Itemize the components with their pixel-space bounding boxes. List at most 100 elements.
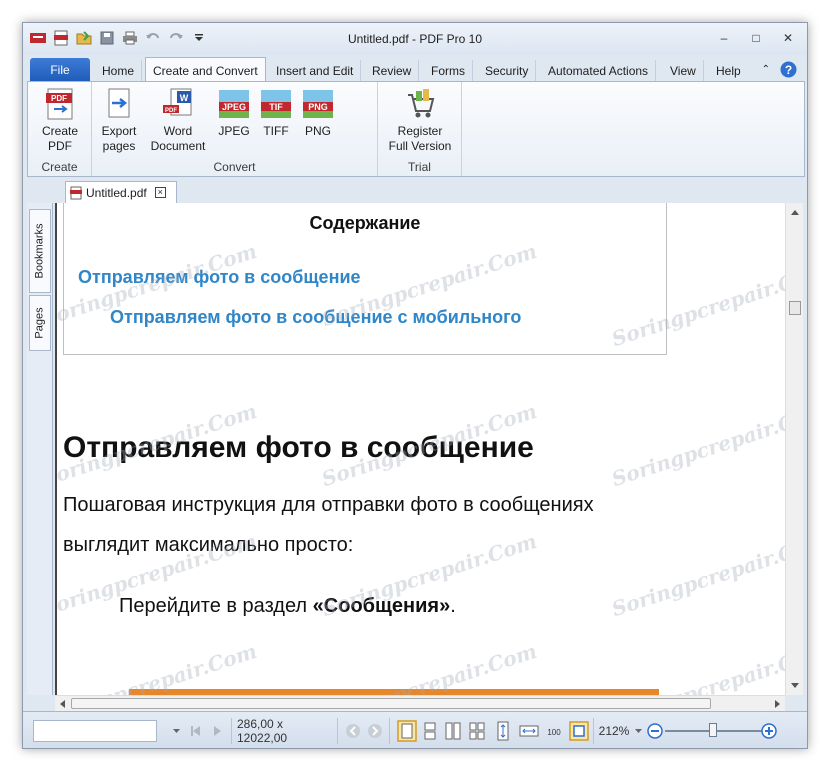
png-label: PNG — [304, 124, 331, 138]
fit-page-icon[interactable] — [569, 721, 589, 741]
svg-text:PDF: PDF — [165, 108, 177, 114]
tiff-badge: TIF — [269, 102, 283, 112]
pdf-file-icon — [70, 186, 82, 199]
export-pages-label-1: Export — [101, 124, 137, 138]
close-tab-icon[interactable]: × — [154, 187, 166, 198]
group-convert: Export pages W PDF Word Document JPEG JPE… — [92, 82, 378, 176]
maximize-button[interactable]: □ — [743, 29, 769, 47]
tab-file[interactable]: File — [30, 58, 90, 82]
word-document-label-2: Document — [150, 139, 206, 153]
toc-box: Содержание Отправляем фото в сообщение О… — [63, 203, 667, 355]
create-pdf-label-2: PDF — [48, 139, 72, 153]
word-document-button[interactable]: W PDF Word Document — [146, 86, 210, 154]
ribbon-panel: PDF Create PDF Create Export pages W PDF … — [27, 81, 805, 177]
png-badge: PNG — [308, 102, 328, 112]
svg-text:PDF: PDF — [51, 94, 67, 103]
document-view[interactable]: Содержание Отправляем фото в сообщение О… — [55, 203, 785, 695]
create-pdf-label-1: Create — [41, 124, 79, 138]
window-title: Untitled.pdf - PDF Pro 10 — [347, 32, 483, 46]
group-trial-label: Trial — [408, 160, 431, 174]
zoom-slider-thumb[interactable] — [709, 723, 717, 737]
zoom-dropdown-icon[interactable] — [635, 729, 642, 734]
export-pages-button[interactable]: Export pages — [96, 86, 142, 154]
watermark: Soringpcrepair.Com — [318, 638, 540, 695]
toc-link-1[interactable]: Отправляем фото в сообщение — [78, 267, 361, 288]
png-icon: PNG — [301, 86, 335, 122]
status-separator — [389, 718, 390, 744]
jpeg-badge: JPEG — [222, 102, 246, 112]
vertical-scrollbar[interactable] — [785, 203, 803, 695]
register-label-1: Register — [397, 124, 443, 138]
tab-forms[interactable]: Forms — [424, 60, 473, 81]
svg-text:100: 100 — [547, 728, 561, 737]
create-pdf-button[interactable]: PDF Create PDF — [36, 86, 84, 154]
group-create: PDF Create PDF Create — [28, 82, 92, 176]
close-button[interactable]: ✕ — [775, 29, 801, 47]
scroll-left-icon[interactable] — [59, 700, 65, 708]
png-button[interactable]: PNG PNG — [298, 86, 338, 139]
tab-home[interactable]: Home — [95, 60, 143, 81]
collapse-ribbon-icon[interactable]: ⌃ — [762, 64, 770, 75]
tab-insert-and-edit[interactable]: Insert and Edit — [269, 60, 362, 81]
continuous-view-icon[interactable] — [423, 722, 437, 740]
document-tab-label: Untitled.pdf — [86, 185, 147, 200]
status-bar: 286,00 x 12022,00 100 212% — [23, 711, 807, 748]
tab-view[interactable]: View — [663, 60, 704, 81]
status-separator — [337, 718, 338, 744]
zoom-out-icon[interactable] — [647, 723, 663, 739]
scroll-down-icon[interactable] — [791, 683, 799, 689]
minimize-button[interactable]: ‒ — [711, 29, 737, 47]
tab-pages[interactable]: Pages — [29, 295, 51, 351]
export-pages-label-2: pages — [102, 139, 136, 153]
tab-create-and-convert[interactable]: Create and Convert — [145, 57, 266, 82]
tiff-button[interactable]: TIF TIFF — [256, 86, 296, 139]
svg-text:?: ? — [785, 63, 792, 77]
help-icon[interactable]: ? — [780, 61, 797, 78]
scroll-right-icon[interactable] — [775, 700, 781, 708]
actual-size-icon[interactable]: 100 — [545, 723, 563, 739]
status-separator — [593, 718, 594, 744]
jpeg-button[interactable]: JPEG JPEG — [214, 86, 254, 139]
app-window: Untitled.pdf - PDF Pro 10 ‒ □ ✕ File Hom… — [22, 22, 808, 749]
fit-width-icon[interactable] — [519, 723, 539, 739]
word-icon: W PDF — [161, 86, 195, 122]
tab-security[interactable]: Security — [478, 60, 537, 81]
two-page-view-icon[interactable] — [445, 722, 461, 740]
svg-text:W: W — [180, 93, 189, 103]
document-tab[interactable]: Untitled.pdf × — [65, 181, 177, 203]
document-tab-bar: Untitled.pdf × — [27, 177, 805, 203]
horizontal-scroll-thumb[interactable] — [71, 698, 711, 709]
scroll-up-icon[interactable] — [791, 209, 799, 215]
tab-automated-actions[interactable]: Automated Actions — [541, 60, 657, 81]
tab-bookmarks[interactable]: Bookmarks — [29, 209, 51, 293]
export-pages-icon — [102, 86, 136, 122]
register-label-2: Full Version — [388, 139, 452, 153]
create-pdf-icon: PDF — [43, 86, 77, 122]
watermark: Soringpcrepair.Com — [608, 638, 785, 695]
bookmarks-label: Bookmarks — [34, 223, 46, 279]
zoom-in-icon[interactable] — [761, 723, 777, 739]
toc-link-2[interactable]: Отправляем фото в сообщение с мобильного — [110, 307, 521, 328]
next-page-icon[interactable] — [211, 724, 225, 738]
two-page-continuous-icon[interactable] — [469, 722, 485, 740]
tab-review[interactable]: Review — [365, 60, 420, 81]
cart-icon — [403, 86, 437, 122]
history-back-icon[interactable] — [345, 723, 361, 739]
fit-height-icon[interactable] — [495, 721, 511, 741]
horizontal-scrollbar[interactable] — [55, 695, 785, 711]
step-text: Перейдите в раздел «Сообщения». — [119, 595, 456, 618]
section-heading: Отправляем фото в сообщение — [63, 431, 534, 464]
page-number-input[interactable] — [33, 720, 157, 742]
step-suffix: . — [450, 595, 456, 617]
zoom-percent[interactable]: 212% — [595, 721, 633, 741]
tab-help[interactable]: Help — [709, 60, 748, 81]
page-dropdown-icon[interactable] — [173, 729, 180, 734]
vertical-scroll-thumb[interactable] — [789, 301, 801, 315]
previous-page-icon[interactable] — [189, 724, 203, 738]
group-convert-label: Convert — [213, 160, 256, 174]
register-full-version-button[interactable]: Register Full Version — [384, 86, 456, 154]
history-forward-icon[interactable] — [367, 723, 383, 739]
watermark: Soringpcrepair.Com — [608, 398, 785, 492]
watermark: Soringpcrepair.Com — [55, 638, 260, 695]
single-page-view-icon[interactable] — [397, 720, 417, 742]
